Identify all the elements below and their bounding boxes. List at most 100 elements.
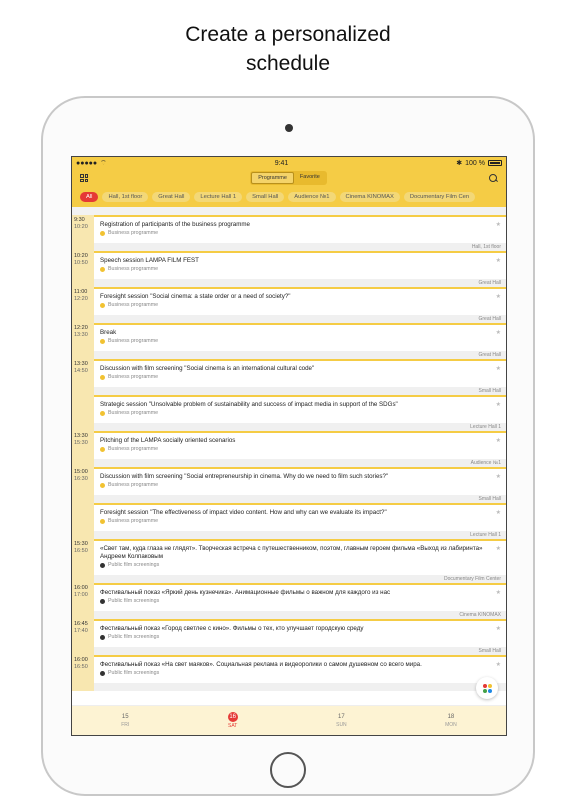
category-dot-icon	[100, 518, 105, 524]
tab-programme[interactable]: Programme	[251, 172, 294, 184]
segmented-control: Programme Favorite	[250, 171, 327, 185]
day-weekday: FRI	[121, 721, 130, 728]
day-number: 18	[447, 713, 455, 720]
filter-chip[interactable]: All	[80, 192, 99, 202]
event-card[interactable]: Speech session LAMPA FILM FEST ★ Business …	[94, 251, 506, 287]
event-end: 15:30	[74, 439, 88, 446]
favorite-star-icon[interactable]: ★	[496, 293, 501, 300]
event-time: 13:30 14:50	[72, 359, 94, 395]
favorite-star-icon[interactable]: ★	[496, 257, 501, 264]
home-button[interactable]	[270, 752, 306, 788]
event-hall: Small Hall	[94, 387, 506, 395]
event-time: 11:00 12:20	[72, 287, 94, 323]
favorite-star-icon[interactable]: ★	[496, 437, 501, 444]
event-row[interactable]: 13:30 14:50 Discussion with film screening…	[72, 359, 506, 395]
event-row[interactable]: Foresight session "The effectiveness of …	[72, 503, 506, 539]
category-dot-icon	[100, 374, 105, 380]
favorite-star-icon[interactable]: ★	[496, 589, 501, 596]
event-end: 12:20	[74, 295, 88, 302]
event-hall: Small Hall	[94, 495, 506, 503]
event-card[interactable]: Discussion with film screening "Social e…	[94, 467, 506, 503]
event-end: 16:50	[74, 663, 88, 670]
event-card[interactable]: Discussion with film screening "Social c…	[94, 359, 506, 395]
filter-chip[interactable]: Hall, 1st floor	[102, 192, 149, 202]
event-tag: Public film screenings	[94, 561, 506, 569]
event-end: 13:30	[74, 331, 88, 338]
event-row[interactable]: 15:30 16:50 «Свет там, куда глаза не глядя…	[72, 539, 506, 583]
favorite-star-icon[interactable]: ★	[496, 221, 501, 228]
event-tag: Public film screenings	[94, 597, 506, 605]
day-tab[interactable]: 18 MON	[445, 713, 457, 729]
event-time: 16:45 17:40	[72, 619, 94, 655]
filter-chip[interactable]: Documentary Film Cen	[403, 192, 476, 202]
fab-dot-icon	[487, 683, 492, 688]
event-row[interactable]: 9:30 10:20 Registration of participants of…	[72, 215, 506, 251]
filter-chip[interactable]: Great Hall	[152, 192, 191, 202]
favorite-star-icon[interactable]: ★	[496, 545, 501, 552]
event-tag-label: Business programme	[108, 518, 159, 524]
day-tab[interactable]: 17 SUN	[336, 713, 347, 729]
battery-percent: 100 %	[465, 159, 485, 167]
event-tag-label: Business programme	[108, 266, 159, 272]
event-card[interactable]: Break ★ Business programme Great Hall	[94, 323, 506, 359]
event-card[interactable]: Foresight session "The effectiveness of …	[94, 503, 506, 539]
filter-chip[interactable]: Cinema KINOMAX	[339, 192, 400, 202]
event-tag: Business programme	[94, 229, 506, 237]
event-card[interactable]: Фестивальный показ «Яркий день кузнечика…	[94, 583, 506, 619]
event-row[interactable]: 13:30 15:30 Pitching of the LAMPA socially…	[72, 431, 506, 467]
headline-line-1: Create a personalized	[185, 23, 391, 46]
favorite-star-icon[interactable]: ★	[496, 625, 501, 632]
event-tag: Business programme	[94, 373, 506, 381]
event-title: Speech session LAMPA FILM FEST	[100, 257, 199, 264]
tab-favorite[interactable]: Favorite	[294, 172, 326, 184]
event-tag-label: Business programme	[108, 230, 159, 236]
event-card[interactable]: «Свет там, куда глаза не глядят». Творче…	[94, 539, 506, 583]
event-row[interactable]: 15:00 16:30 Discussion with film screening…	[72, 467, 506, 503]
fab-dot-icon	[482, 688, 487, 693]
event-title: Фестивальный показ «На свет маяков». Соц…	[100, 661, 422, 668]
event-row[interactable]: 16:00 17:00 Фестивальный показ «Яркий день…	[72, 583, 506, 619]
fab-dot-icon	[487, 688, 492, 693]
event-row[interactable]: 11:00 12:20 Foresight session "Social cine…	[72, 287, 506, 323]
event-card[interactable]: Фестивальный показ «На свет маяков». Соц…	[94, 655, 506, 691]
event-tag: Business programme	[94, 409, 506, 417]
event-card[interactable]: Фестивальный показ «Город светлее с кино…	[94, 619, 506, 655]
search-icon[interactable]	[488, 173, 498, 183]
fab-button[interactable]	[476, 677, 498, 699]
battery-icon	[488, 160, 502, 166]
event-hall	[94, 683, 506, 691]
day-tab[interactable]: 15 FRI	[121, 713, 129, 729]
filter-chip[interactable]: Lecture Hall 1	[194, 192, 243, 202]
favorite-star-icon[interactable]: ★	[496, 401, 501, 408]
event-tag: Public film screenings	[94, 669, 506, 677]
event-card[interactable]: Strategic session "Unsolvable problem of…	[94, 395, 506, 431]
category-dot-icon	[100, 562, 105, 568]
event-hall: Lecture Hall 1	[94, 423, 506, 431]
event-hall: Great Hall	[94, 315, 506, 323]
event-tag: Business programme	[94, 265, 506, 273]
favorite-star-icon[interactable]: ★	[496, 365, 501, 372]
event-time: 15:00 16:30	[72, 467, 94, 503]
event-row[interactable]: Strategic session "Unsolvable problem of…	[72, 395, 506, 431]
favorite-star-icon[interactable]: ★	[496, 661, 501, 668]
event-title: Фестивальный показ «Яркий день кузнечика…	[100, 589, 391, 596]
event-row[interactable]: 12:20 13:30 Break ★ Business programme Great …	[72, 323, 506, 359]
event-card[interactable]: Pitching of the LAMPA socially oriented …	[94, 431, 506, 467]
fab-dot-icon	[482, 683, 487, 688]
event-row[interactable]: 16:00 16:50 Фестивальный показ «На свет ма…	[72, 655, 506, 691]
event-title: Фестивальный показ «Город светлее с кино…	[100, 625, 364, 632]
event-hall: Lecture Hall 1	[94, 531, 506, 539]
filter-chip[interactable]: Small Hall	[246, 192, 285, 202]
day-tab[interactable]: 16 SAT	[227, 711, 238, 730]
favorite-star-icon[interactable]: ★	[496, 329, 501, 336]
category-dot-icon	[100, 338, 105, 344]
event-row[interactable]: 10:20 10:50 Speech session LAMPA FILM FEST…	[72, 251, 506, 287]
filter-chip[interactable]: Audience №1	[288, 192, 336, 202]
grid-menu-icon[interactable]	[80, 174, 88, 182]
favorite-star-icon[interactable]: ★	[496, 473, 501, 480]
event-card[interactable]: Registration of participants of the busi…	[94, 215, 506, 251]
event-card[interactable]: Foresight session "Social cinema: a stat…	[94, 287, 506, 323]
day-number: 16	[227, 711, 238, 722]
favorite-star-icon[interactable]: ★	[496, 509, 501, 516]
event-row[interactable]: 16:45 17:40 Фестивальный показ «Город свет…	[72, 619, 506, 655]
